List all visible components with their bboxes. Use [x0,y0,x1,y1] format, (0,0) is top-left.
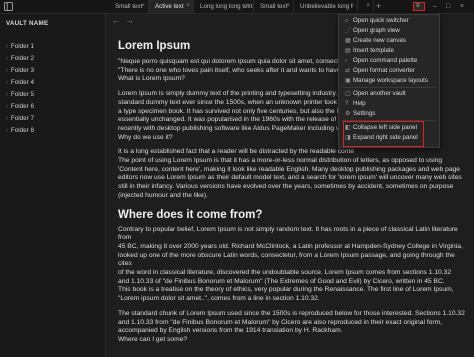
folder-label: Folder 2 [10,55,34,62]
tab-empty[interactable]: × [358,0,374,13]
menu-item-graph-view[interactable]: ⋰ Open graph view [345,27,400,34]
folder-label: Folder 7 [10,115,34,122]
menu-label: Insert template [353,47,394,54]
menu-item-format-converter[interactable]: ⇄ Open format converter [345,67,415,74]
close-icon[interactable]: × [350,0,354,13]
paragraph: It is a long established fact that a rea… [118,148,462,199]
menu-divider [342,87,436,88]
tab-label: Unbelievable long t [300,3,353,10]
template-icon: ▤ [345,48,351,54]
close-icon[interactable]: × [141,0,145,13]
tab-bar: Small text × Active text × Long long lon… [0,0,474,14]
tab-label: Long long long text [200,3,253,10]
chevron-right-icon: › [6,92,8,98]
vault-icon: ▢ [345,91,351,97]
graph-icon: ⋰ [345,28,351,34]
tab-list-button[interactable]: ≡ [413,2,425,11]
folder-label: Folder 1 [10,43,34,50]
back-arrow-icon[interactable]: ← [112,16,120,25]
menu-label: Open quick switcher [353,17,409,24]
section-heading: Where does it come from? [118,208,263,221]
tab-label: Small text [260,3,288,10]
terminal-icon: › [345,58,347,64]
tab-label: Small text [115,3,143,10]
tab-active-text[interactable]: Active text × [149,0,194,13]
chevron-right-icon: › [6,80,8,86]
layout-icon: ▣ [345,78,351,84]
canvas-icon: ▦ [345,38,351,44]
paragraph: Contrary to popular belief, Lorem Ipsum … [118,225,463,303]
vault-name[interactable]: VAULT NAME [6,20,48,27]
new-tab-button[interactable]: + [376,0,381,12]
sidebar-toggle-icon[interactable] [4,2,13,11]
chevron-right-icon: › [6,104,8,110]
convert-icon: ⇄ [345,68,351,74]
menu-label: Help [353,100,366,107]
menu-label: Open graph view [353,27,400,34]
gear-icon: ⚙ [345,111,351,117]
menu-item-insert-template[interactable]: ▤ Insert template [345,47,394,54]
menu-label: Open format converter [353,67,415,74]
close-icon[interactable]: × [246,0,250,13]
folder-item[interactable]: › Folder 2 [6,55,34,62]
help-icon: ? [345,101,349,107]
close-icon[interactable]: × [286,0,290,13]
folder-label: Folder 8 [10,127,34,134]
menu-item-help[interactable]: ? Help [345,100,366,107]
chevron-right-icon: › [6,44,8,50]
folder-item[interactable]: › Folder 4 [6,79,34,86]
search-icon: ⌕ [345,18,349,24]
tab-small-text[interactable]: Small text × [109,0,149,13]
folder-item[interactable]: › Folder 8 [6,127,34,134]
folder-item[interactable]: › Folder 7 [6,115,34,122]
close-icon[interactable]: × [186,0,190,13]
menu-item-another-vault[interactable]: ▢ Open another vault [345,90,406,97]
close-icon[interactable]: × [366,0,370,13]
folder-item[interactable]: › Folder 6 [6,103,34,110]
menu-item-workspace-layouts[interactable]: ▣ Manage workspace layouts [345,77,428,84]
folder-item[interactable]: › Folder 1 [6,43,34,50]
menu-item-new-canvas[interactable]: ▦ Create new canvas [345,37,406,44]
tab-long-text[interactable]: Long long long text × [194,0,254,13]
folder-label: Folder 5 [10,91,34,98]
menu-label: Open another vault [353,90,406,97]
minimize-button[interactable]: – [433,1,437,12]
folder-label: Folder 3 [10,67,34,74]
chevron-right-icon: › [6,68,8,74]
folder-item[interactable]: › Folder 3 [6,67,34,74]
folder-label: Folder 4 [10,79,34,86]
menu-item-command-palette[interactable]: › Open command palette [345,57,417,64]
paragraph: The standard chunk of Lorem Ipsum used s… [118,309,465,343]
tab-label: Active text [155,3,184,10]
tab-small-text-2[interactable]: Small text × [254,0,294,13]
chevron-right-icon: › [6,56,8,62]
chevron-right-icon: › [6,116,8,122]
menu-label: Settings [353,110,376,117]
tab-unbelievable-long-text[interactable]: Unbelievable long t × [294,0,358,13]
menu-label: Open command palette [353,57,418,64]
close-window-button[interactable]: × [460,1,464,12]
folder-label: Folder 6 [10,103,34,110]
menu-item-settings[interactable]: ⚙ Settings [345,110,375,117]
list-icon: ≡ [416,3,420,9]
chevron-right-icon: › [6,128,8,134]
maximize-button[interactable]: □ [446,1,450,12]
menu-label: Manage workspace layouts [353,77,428,84]
forward-arrow-icon[interactable]: → [126,16,134,25]
file-explorer: VAULT NAME › Folder 1 › Folder 2 › Folder 3… [0,14,106,357]
folder-item[interactable]: › Folder 5 [6,91,34,98]
highlight-annotation [343,121,424,147]
menu-label: Create new canvas [353,37,406,44]
menu-item-quick-switcher[interactable]: ⌕ Open quick switcher [345,17,409,25]
